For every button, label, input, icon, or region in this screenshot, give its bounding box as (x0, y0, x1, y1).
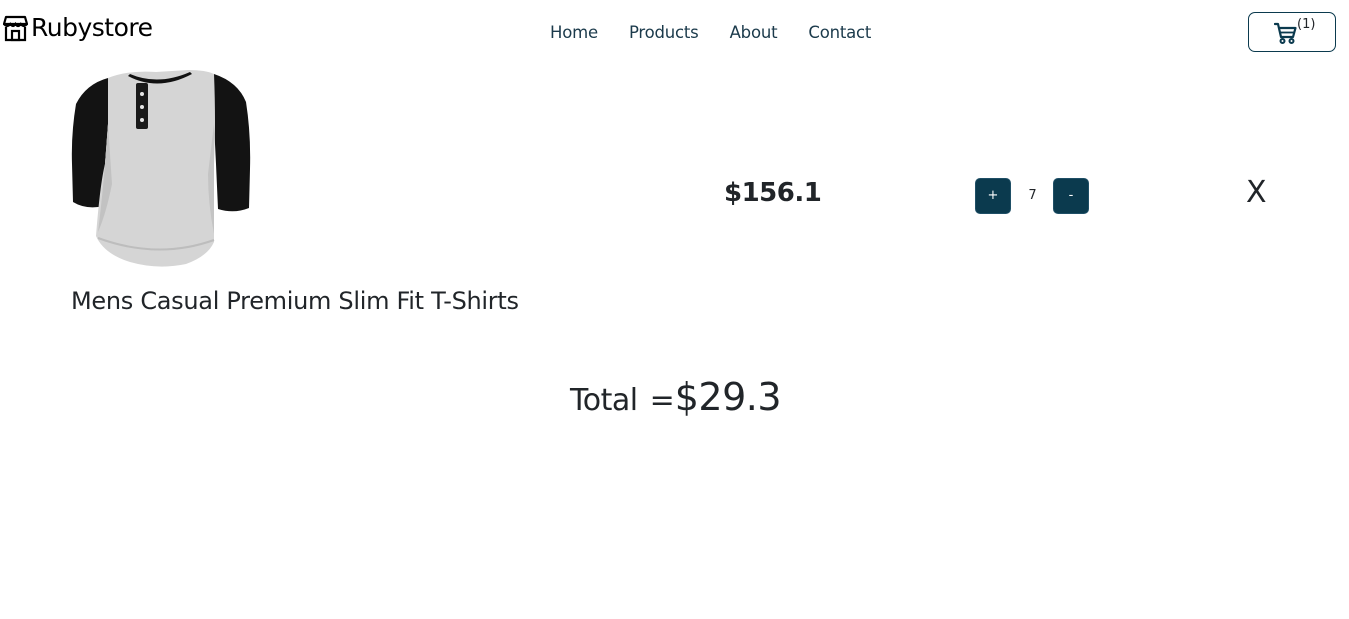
cart-page: Rubystore Home Products About Contact (1… (0, 0, 1349, 619)
decrease-quantity-button[interactable]: - (1053, 178, 1089, 214)
increase-quantity-button[interactable]: + (975, 178, 1011, 214)
total-value: $29.3 (674, 375, 782, 419)
cart-button[interactable]: (1) (1248, 12, 1336, 52)
brand-link[interactable]: Rubystore (3, 12, 153, 44)
navbar: Rubystore Home Products About Contact (1… (0, 0, 1349, 64)
item-price: $156.1 (724, 178, 822, 208)
cart-icon (1274, 22, 1297, 44)
remove-item-button[interactable]: X (1246, 174, 1267, 212)
nav-link-products[interactable]: Products (629, 21, 699, 45)
total-label: Total (570, 383, 638, 418)
quantity-value: 7 (1028, 188, 1037, 203)
main-nav: Home Products About Contact (550, 21, 871, 45)
product-title: Mens Casual Premium Slim Fit T-Shirts (71, 287, 519, 315)
cart-count: (1) (1297, 17, 1316, 32)
total-equals: = (649, 383, 675, 418)
nav-link-about[interactable]: About (730, 21, 778, 45)
nav-link-contact[interactable]: Contact (808, 21, 871, 45)
nav-link-home[interactable]: Home (550, 21, 598, 45)
brand-name: Rubystore (31, 13, 153, 42)
henley-tshirt-image (71, 70, 251, 267)
cart-total: Total = $29.3 (570, 375, 782, 422)
store-icon (3, 15, 28, 41)
